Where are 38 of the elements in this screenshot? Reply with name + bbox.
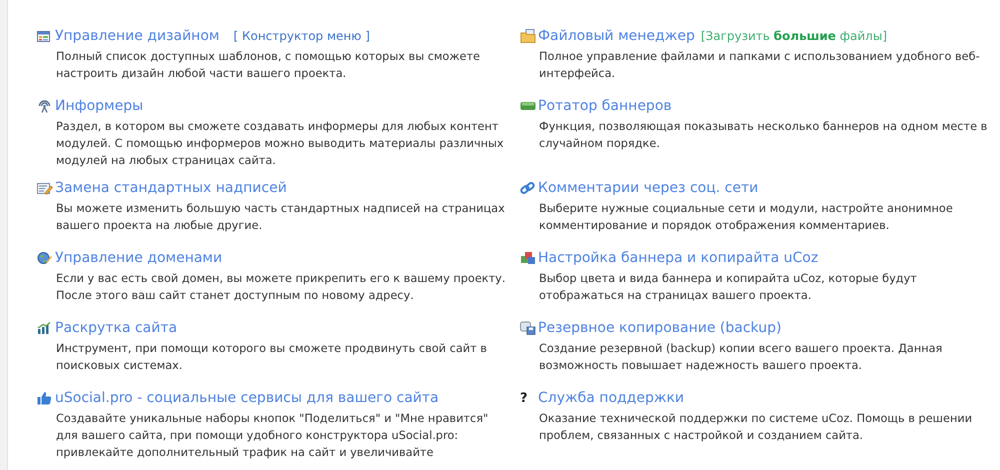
section-link[interactable]: Раскрутка сайта <box>55 320 178 336</box>
section-description: Выберите нужные социальные сети и модули, настройте анонимное комментирование и порядок отображения комментариев. <box>539 201 954 234</box>
section-description: Оказание технической поддержки по системе uCoz. Помощь в решении проблем, связанных с настройкой и созданием сайта. <box>539 411 974 444</box>
disk-icon <box>520 321 536 335</box>
section-description: Полное управление файлами и папками с использованием удобного веб-интерфейса. <box>539 49 981 82</box>
section-link[interactable]: Файловый менеджер <box>538 28 695 44</box>
globe-icon <box>37 251 52 265</box>
section-description: Если у вас есть свой домен, вы можете прикрепить его к вашему проекту. После этого ваш сайт станет доступным по новому адресу. <box>56 271 506 304</box>
section-description: Создание резервной (backup) копии всего вашего проекта. Данная возможность повышает надежность вашего проекта. <box>539 341 944 374</box>
menu-builder-link[interactable]: [ Конструктор меню ] <box>233 29 370 43</box>
help-icon: ? <box>520 390 528 406</box>
section-link[interactable]: Управление доменами <box>55 250 222 266</box>
section-link[interactable]: Замена стандартных надписей <box>55 180 287 196</box>
cubes-icon <box>520 251 536 265</box>
table-icon <box>37 30 50 42</box>
section-description: Инструмент, при помощи которого вы сможете продвинуть свой сайт в поисковых системах. <box>56 341 488 374</box>
section-description: Выбор цвета и вида баннера и копирайта uCoz, которые будут отображаться на страницах вашего проекта. <box>539 271 918 304</box>
section-description: Создавайте уникальные наборы кнопок "Поделиться" и "Мне нравится" для вашего сайта, при помощи удобного конструктора uSocial.pro: привлекайте дополнительный трафик на сайт и увеличивайте <box>56 411 490 461</box>
banner-icon <box>520 101 536 111</box>
section-link[interactable]: Ротатор баннеров <box>538 98 672 114</box>
upload-link[interactable]: [Загрузить большие файлы] <box>700 29 888 43</box>
section-link[interactable]: uSocial.pro - социальные сервисы для вашего сайта <box>55 390 439 406</box>
section-description: Раздел, в котором вы сможете создавать информеры для любых контент модулей. С помощью информеров можно выводить материалы различных модулей на любых страницах сайта. <box>56 119 505 169</box>
folder-icon <box>520 29 536 43</box>
thumbs-up-icon <box>37 391 52 405</box>
link-icon <box>520 181 535 195</box>
section-link[interactable]: Комментарии через соц. сети <box>538 180 758 196</box>
edit-icon <box>37 182 53 194</box>
antenna-icon <box>37 99 52 113</box>
chart-icon <box>37 322 51 334</box>
section-link[interactable]: Настройка баннера и копирайта uCoz <box>538 250 818 266</box>
section-link[interactable]: Управление дизайном <box>55 28 220 44</box>
section-link[interactable]: Информеры <box>55 98 144 114</box>
section-link[interactable]: Резервное копирование (backup) <box>538 320 782 336</box>
section-description: Вы можете изменить большую часть стандартных надписей на страницах вашего проекта на любые другие. <box>56 201 506 234</box>
section-description: Функция, позволяющая показывать несколько баннеров на одном месте в случайном порядке. <box>539 119 988 152</box>
section-description: Полный список доступных шаблонов, с помощью которых вы сможете настроить дизайн любой части вашего проекта. <box>56 49 482 82</box>
section-link[interactable]: Служба поддержки <box>538 390 684 406</box>
